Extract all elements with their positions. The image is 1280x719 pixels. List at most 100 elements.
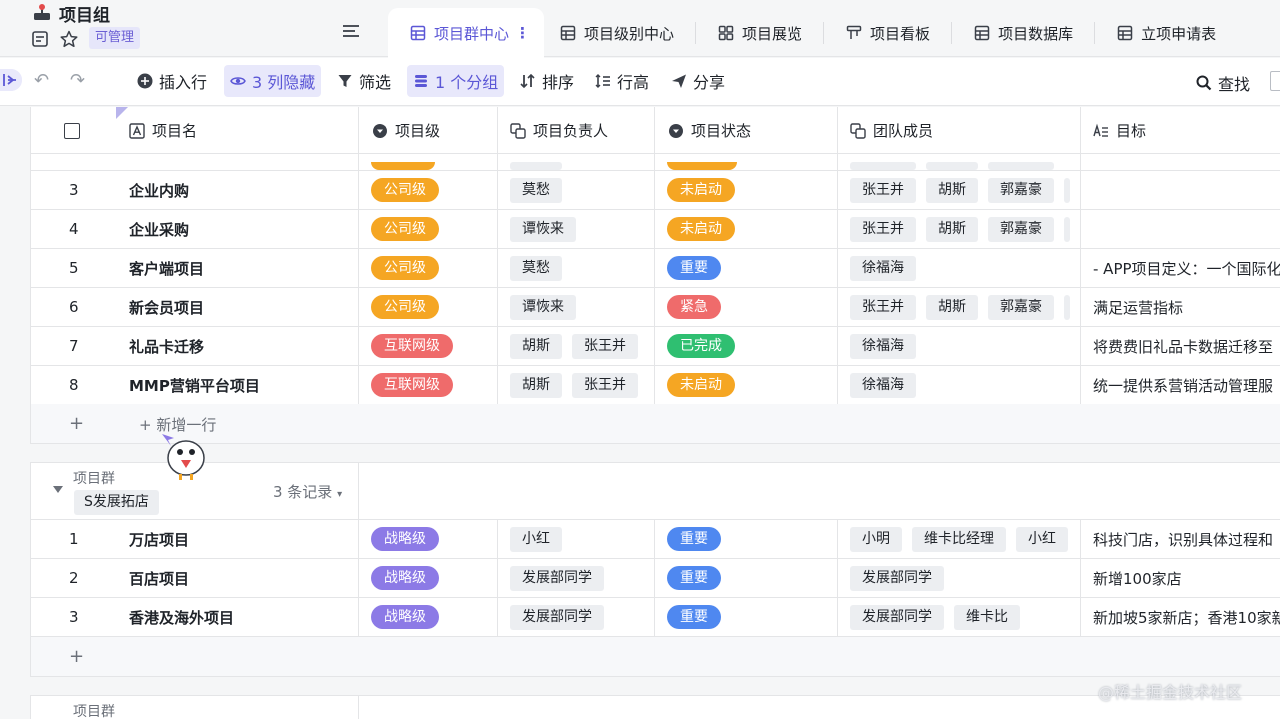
goal-cell[interactable]: - APP项目定义：一个国际化 [1081,249,1280,287]
members-cell[interactable]: 张王并 胡斯 郭嘉豪 [838,288,1081,326]
status-cell[interactable]: 紧急 [655,288,838,326]
name-cell[interactable]: 客户端项目 [113,249,359,287]
column-header-owner[interactable]: 项目负责人 [498,107,655,154]
table-row[interactable]: 7 礼品卡迁移 互联网级 胡斯 张王并 已完成 徐福海 将费费旧礼品卡数据迁移至 [30,327,1280,366]
level-cell[interactable]: 公司级 [359,288,498,326]
owner-cell[interactable]: 胡斯 张王并 [498,327,655,365]
goal-cell[interactable]: 满足运营指标 [1081,288,1280,326]
name-cell[interactable]: MMP营销平台项目 [113,366,359,404]
tab-project-application[interactable]: 立项申请表 [1095,8,1238,58]
name-cell[interactable]: 企业采购 [113,210,359,248]
tab-project-level-center[interactable]: 项目级别中心 [544,8,697,58]
owner-cell[interactable]: 胡斯 张王并 [498,366,655,404]
caret-down-icon[interactable]: ▾ [337,489,342,500]
select-all-checkbox[interactable] [31,107,113,154]
table-row[interactable]: 2 百店项目 战略级 发展部同学 重要 发展部同学 新增100家店 [30,559,1280,598]
name-cell[interactable]: 香港及海外项目 [113,598,359,636]
level-cell[interactable]: 公司级 [359,249,498,287]
level-cell[interactable]: 互联网级 [359,366,498,404]
name-cell[interactable]: 礼品卡迁移 [113,327,359,365]
goal-cell[interactable]: 将费费旧礼品卡数据迁移至 [1081,327,1280,365]
goal-cell[interactable] [1081,154,1280,170]
panel-toggle-icon[interactable] [1270,71,1280,91]
tab-project-kanban[interactable]: 项目看板 [824,8,953,58]
members-cell[interactable]: 张王并 胡斯 郭嘉豪 [838,210,1081,248]
name-cell[interactable]: 企业内购 [113,171,359,209]
name-cell[interactable]: 万店项目 [113,520,359,558]
status-cell[interactable]: 未启动 [655,171,838,209]
table-row[interactable]: 3 企业内购 公司级 莫愁 未启动 张王并 胡斯 郭嘉豪 [30,171,1280,210]
sort-button[interactable]: 排序 [514,65,580,97]
owner-cell[interactable]: 莫愁 [498,171,655,209]
level-cell[interactable]: 战略级 [359,598,498,636]
column-header-name[interactable]: 项目名 [113,107,359,154]
goal-cell[interactable]: 新增100家店 [1081,559,1280,597]
goal-cell[interactable] [1081,171,1280,209]
status-cell[interactable]: 重要 [655,520,838,558]
status-cell[interactable]: 重要 [655,559,838,597]
level-cell[interactable]: 战略级 [359,520,498,558]
insert-row-button[interactable]: 插入行 [131,65,213,97]
redo-icon[interactable]: ↷ [70,72,86,90]
group-header-next[interactable]: 项目群 [30,695,1280,719]
owner-cell[interactable]: 莫愁 [498,249,655,287]
members-cell[interactable]: 发展部同学 [838,559,1081,597]
owner-cell[interactable]: 发展部同学 [498,598,655,636]
level-cell[interactable]: 公司级 [359,171,498,209]
more-options-icon[interactable]: ⋮ [515,24,530,42]
owner-cell[interactable]: 发展部同学 [498,559,655,597]
search-button[interactable]: 查找 [1196,71,1250,95]
members-cell[interactable]: 徐福海 [838,249,1081,287]
add-row-bar[interactable]: + + 新增一行 [30,404,1280,444]
table-row[interactable]: 4 企业采购 公司级 谭恢来 未启动 张王并 胡斯 郭嘉豪 [30,210,1280,249]
table-row[interactable]: 8 MMP营销平台项目 互联网级 胡斯 张王并 未启动 徐福海 统一提供系营销活动管理服 [30,366,1280,405]
row-height-button[interactable]: 行高 [589,65,655,97]
owner-cell[interactable]: 谭恢来 [498,210,655,248]
table-row[interactable]: 5 客户端项目 公司级 莫愁 重要 徐福海 - APP项目定义：一个国际化 [30,249,1280,288]
star-icon[interactable] [60,30,78,48]
members-cell[interactable]: 发展部同学 维卡比 [838,598,1081,636]
members-cell[interactable]: 张王并 胡斯 郭嘉豪 [838,171,1081,209]
members-cell[interactable]: 徐福海 [838,327,1081,365]
undo-icon[interactable]: ↶ [34,72,50,90]
column-header-status[interactable]: 项目状态 [655,107,838,154]
goal-cell[interactable]: 科技门店，识别具体过程和 [1081,520,1280,558]
status-cell[interactable]: 重要 [655,598,838,636]
status-cell[interactable]: 重要 [655,249,838,287]
name-cell[interactable] [113,154,359,170]
collapse-caret-icon[interactable] [53,486,63,493]
group-header-s-expansion[interactable]: 项目群 S发展拓店 3 条记录 ▾ [30,462,1280,521]
plus-icon[interactable]: + [69,413,84,434]
hidden-columns-button[interactable]: 3 列隐藏 [224,65,322,97]
tab-project-database[interactable]: 项目数据库 [952,8,1096,58]
level-cell[interactable]: 互联网级 [359,327,498,365]
filter-button[interactable]: 筛选 [331,65,397,97]
status-cell[interactable]: 未启动 [655,366,838,404]
group-button[interactable]: 1 个分组 [407,65,505,97]
owner-cell[interactable] [498,154,655,170]
table-row-partial[interactable] [30,154,1280,171]
level-cell[interactable]: 公司级 [359,210,498,248]
status-cell[interactable]: 已完成 [655,327,838,365]
table-row[interactable]: 6 新会员项目 公司级 谭恢来 紧急 张王并 胡斯 郭嘉豪 满足运营指标 [30,288,1280,327]
add-row-bar[interactable]: + [30,637,1280,677]
status-cell[interactable] [655,154,838,170]
owner-cell[interactable]: 谭恢来 [498,288,655,326]
goal-cell[interactable]: 统一提供系营销活动管理服 [1081,366,1280,404]
sidebar-doc-icon[interactable] [31,30,49,48]
owner-cell[interactable]: 小红 [498,520,655,558]
menu-icon[interactable] [342,24,360,38]
tab-project-gallery[interactable]: 项目展览 [696,8,825,58]
status-cell[interactable]: 未启动 [655,210,838,248]
column-header-level[interactable]: 项目级 [359,107,498,154]
tab-project-group-center[interactable]: 项目群中心 ⋮ [388,8,545,58]
goal-cell[interactable]: 新加坡5家新店；香港10家新 [1081,598,1280,636]
expand-sidebar-icon[interactable] [0,69,22,91]
name-cell[interactable]: 百店项目 [113,559,359,597]
column-header-goal[interactable]: 目标 [1081,107,1280,154]
name-cell[interactable]: 新会员项目 [113,288,359,326]
goal-cell[interactable] [1081,210,1280,248]
table-row[interactable]: 3 香港及海外项目 战略级 发展部同学 重要 发展部同学 维卡比 新加坡5家新店；香港10家新 [30,598,1280,637]
members-cell[interactable] [838,154,1081,170]
table-row[interactable]: 1 万店项目 战略级 小红 重要 小明 维卡比经理 小红 科技门店，识别具体过程和 [30,520,1280,559]
